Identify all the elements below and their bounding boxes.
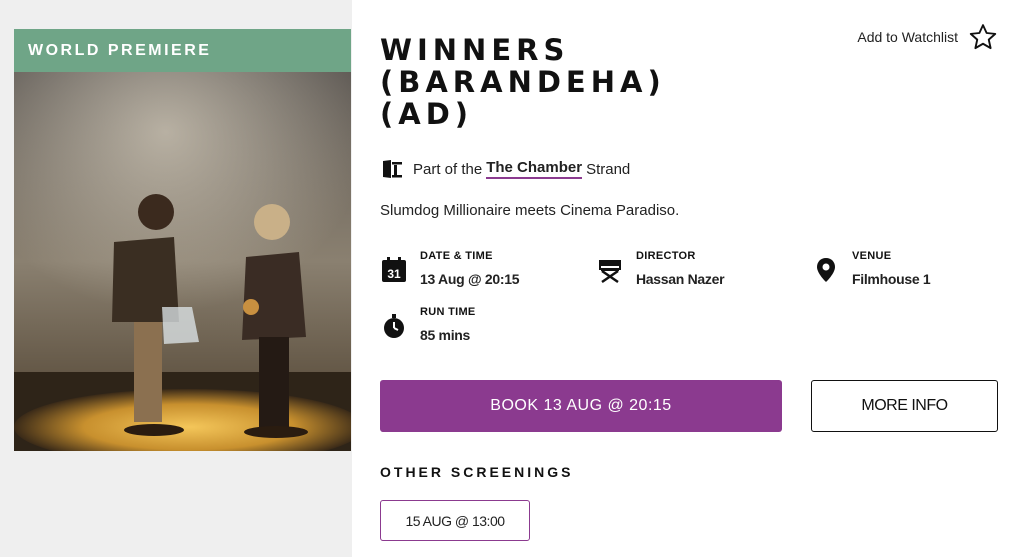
director-value: Hassan Nazer [636, 271, 725, 287]
film-poster[interactable]: WORLD PREMIERE [14, 29, 351, 451]
date-time-value: 13 Aug @ 20:15 [420, 271, 520, 287]
film-details: WINNERS (BARANDEHA) (AD) Add to Watchlis… [352, 0, 1024, 557]
venue-block: VENUE Filmhouse 1 [812, 250, 931, 287]
other-screenings-heading: OTHER SCREENINGS [380, 464, 574, 480]
more-info-button[interactable]: MORE INFO [811, 380, 998, 432]
screening-chip[interactable]: 15 AUG @ 13:00 [380, 500, 530, 541]
title-line: WINNERS [380, 33, 570, 67]
calendar-day: 31 [387, 267, 401, 281]
star-outline-icon[interactable] [968, 22, 998, 52]
title-line: (AD) [380, 97, 474, 131]
venue-value: Filmhouse 1 [852, 271, 931, 287]
venue-label: VENUE [852, 250, 892, 262]
run-time-block: RUN TIME 85 mins [380, 306, 476, 343]
watchlist-label: Add to Watchlist [857, 29, 958, 45]
run-time-label: RUN TIME [420, 306, 476, 318]
book-button[interactable]: BOOK 13 AUG @ 20:15 [380, 380, 782, 432]
add-to-watchlist[interactable]: Add to Watchlist [857, 22, 998, 52]
world-premiere-badge: WORLD PREMIERE [14, 29, 351, 72]
strand-prefix: Part of the [413, 160, 483, 178]
run-time-value: 85 mins [420, 327, 471, 343]
title-line: (BARANDEHA) [380, 65, 666, 99]
date-time-label: DATE & TIME [420, 250, 493, 262]
film-tagline: Slumdog Millionaire meets Cinema Paradis… [380, 202, 680, 219]
film-title: WINNERS (BARANDEHA) (AD) [380, 34, 820, 130]
date-time-block: 31 DATE & TIME 13 Aug @ 20:15 [380, 250, 520, 287]
strand-line: Part of the The Chamber Strand [380, 157, 630, 181]
strand-suffix: Strand [586, 160, 631, 178]
film-still-image [14, 72, 351, 451]
strand-link[interactable]: The Chamber [486, 159, 583, 179]
director-block: DIRECTOR Hassan Nazer [596, 250, 725, 287]
stopwatch-icon [384, 314, 404, 338]
film-camera-icon [383, 160, 402, 178]
director-chair-icon [599, 260, 621, 284]
location-pin-icon [817, 258, 835, 282]
director-label: DIRECTOR [636, 250, 696, 262]
calendar-icon: 31 [382, 257, 406, 282]
left-panel: WORLD PREMIERE [0, 0, 352, 557]
